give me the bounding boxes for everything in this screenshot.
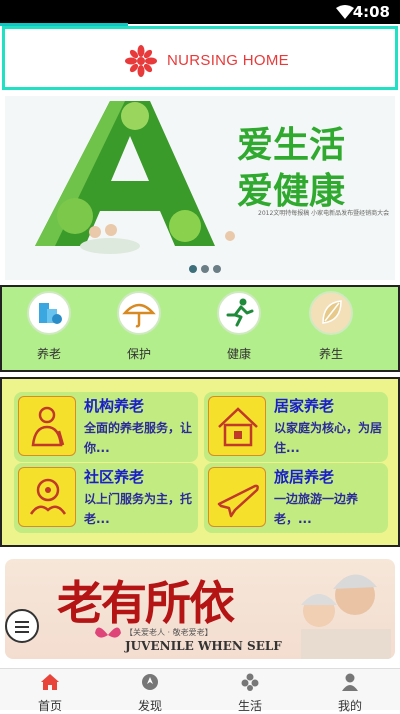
service-desc: 以家庭为核心，为居住...: [274, 421, 383, 455]
service-card-travel[interactable]: 旅居养老 一边旅游一边养老，...: [204, 463, 388, 533]
status-time: 4:08: [352, 3, 390, 21]
service-title: 居家养老: [274, 397, 335, 415]
running-icon: [217, 291, 261, 335]
logo-icon: [125, 45, 157, 77]
service-card-community[interactable]: 社区养老 以上门服务为主，托老...: [14, 463, 198, 533]
poster-english: JUVENILE WHEN SELF: [125, 639, 282, 653]
category-item-health[interactable]: 健康: [209, 291, 269, 362]
promo-poster[interactable]: 老有所依 【关爱老人 · 敬老爱老】 JUVENILE WHEN SELF: [5, 559, 395, 659]
leafy-a-graphic: [35, 101, 235, 254]
home-tab-icon: [41, 674, 59, 690]
app-title: NURSING HOME: [167, 52, 289, 69]
category-item-protection[interactable]: 保护: [109, 291, 169, 362]
tab-profile[interactable]: 我的: [300, 673, 400, 714]
elderly-couple-photo: [301, 574, 391, 659]
carousel-dot[interactable]: [201, 265, 209, 273]
tab-label: 首页: [37, 699, 62, 713]
life-icon: [241, 673, 259, 691]
service-desc: 全面的养老服务，让你...: [84, 421, 193, 455]
service-title: 机构养老: [84, 397, 145, 415]
category-item-wellness[interactable]: 养生: [301, 291, 361, 362]
discover-icon: [142, 674, 158, 690]
tab-life[interactable]: 生活: [200, 673, 300, 714]
battery-icon: [342, 6, 350, 19]
tab-discover[interactable]: 发现: [100, 673, 200, 714]
banner-slogan-2: 爱健康: [237, 170, 346, 212]
tab-label: 发现: [137, 699, 162, 713]
carousel-indicator[interactable]: [189, 265, 221, 273]
service-desc: 以上门服务为主，托老...: [84, 492, 193, 526]
poster-headline: 老有所依: [57, 576, 235, 630]
carousel-dot[interactable]: [189, 265, 197, 273]
banner-carousel[interactable]: 爱生活 爱健康 2012文明特每报稿 小家电新品发布暨经销商大会: [5, 96, 395, 280]
banner-caption: 2012文明特每报稿 小家电新品发布暨经销商大会: [258, 210, 390, 217]
user-icon: [342, 673, 358, 691]
umbrella-icon: [117, 291, 161, 335]
app-header: NURSING HOME: [2, 26, 398, 90]
services-grid: 机构养老 全面的养老服务，让你... 居家养老 以家庭为核心，为居住... 社区…: [0, 377, 400, 547]
service-card-institutional[interactable]: 机构养老 全面的养老服务，让你...: [14, 392, 198, 462]
service-title: 旅居养老: [274, 468, 335, 486]
service-title: 社区养老: [84, 468, 145, 486]
tab-label: 我的: [337, 699, 362, 713]
elder-icon: [18, 396, 76, 456]
status-bar: 4:08: [0, 0, 400, 26]
banner-slogan-1: 爱生活: [237, 124, 346, 166]
category-item-elderly-care[interactable]: 养老: [19, 291, 79, 362]
poster-subtitle: 【关爱老人 · 敬老爱老】: [125, 628, 213, 637]
tab-label: 生活: [237, 699, 262, 713]
category-bar: 养老 保护 健康 养生: [0, 285, 400, 372]
community-icon: [18, 467, 76, 527]
category-label: 养老: [36, 347, 61, 361]
floating-menu-button[interactable]: [5, 609, 39, 643]
leaf-icon: [309, 291, 353, 335]
category-label: 养生: [318, 347, 343, 361]
service-card-home[interactable]: 居家养老 以家庭为核心，为居住...: [204, 392, 388, 462]
building-icon: [27, 291, 71, 335]
tab-home[interactable]: 首页: [0, 673, 100, 714]
carousel-dot[interactable]: [213, 265, 221, 273]
plane-icon: [208, 467, 266, 527]
category-label: 保护: [126, 347, 151, 361]
home-icon: [208, 396, 266, 456]
bottom-tab-bar: 首页 发现 生活 我的: [0, 668, 400, 713]
service-desc: 一边旅游一边养老，...: [274, 492, 359, 526]
category-label: 健康: [226, 347, 251, 361]
